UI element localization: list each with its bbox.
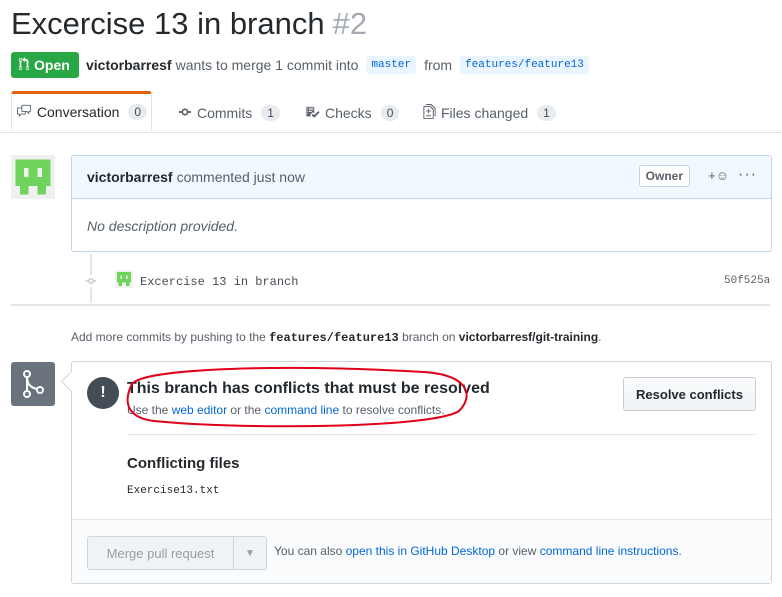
- merge-footer: Merge pull request ▼ You can also open t…: [72, 519, 771, 583]
- pr-meta: victorbarresf wants to merge 1 commit in…: [86, 56, 593, 74]
- tab-files-changed[interactable]: Files changed 1: [423, 94, 556, 132]
- tab-label: Files changed: [441, 105, 529, 121]
- merge-button-label: Merge pull request: [106, 545, 215, 561]
- comment-author-link[interactable]: victorbarresf: [87, 169, 173, 185]
- commit-message-link[interactable]: Excercise 13 in branch: [140, 275, 298, 289]
- pr-summary: wants to merge 1 commit into: [175, 57, 359, 73]
- commit-sha-link[interactable]: 50f525a: [724, 275, 770, 287]
- tab-count: 0: [380, 105, 400, 121]
- comment: victorbarresf commented just now Owner +…: [71, 155, 772, 252]
- add-reaction-icon[interactable]: +☺: [708, 168, 729, 183]
- tab-conversation[interactable]: Conversation 0: [11, 91, 152, 131]
- pr-number: #2: [332, 6, 368, 41]
- tab-label: Commits: [197, 105, 253, 121]
- merge-hint-prefix: You can also: [274, 544, 343, 558]
- identicon-icon: [115, 270, 133, 288]
- open-in-desktop-link[interactable]: open this in GitHub Desktop: [346, 544, 495, 558]
- comment-discussion-icon: [16, 104, 32, 121]
- merge-hint-or: or view: [498, 544, 537, 558]
- file-diff-icon: [423, 104, 436, 122]
- push-hint-suffix: .: [598, 330, 602, 344]
- tab-count: 1: [261, 105, 280, 121]
- merge-box: ! This branch has conflicts that must be…: [60, 361, 772, 584]
- git-pull-request-icon: [18, 56, 30, 74]
- avatar[interactable]: [11, 155, 55, 199]
- tab-label: Conversation: [36, 104, 120, 120]
- push-hint-prefix: Add more commits by pushing to the: [71, 330, 266, 344]
- merge-hint-suffix: .: [678, 544, 682, 558]
- push-hint-middle: branch on: [402, 330, 456, 344]
- tab-count: 1: [537, 105, 556, 121]
- section-divider: [127, 434, 755, 435]
- pr-title-text: Excercise 13 in branch: [11, 6, 325, 41]
- tab-count: 0: [128, 104, 148, 120]
- timeline-divider: [11, 304, 770, 306]
- git-merge-icon: [11, 362, 55, 406]
- comment-timestamp[interactable]: commented just now: [177, 169, 305, 185]
- conflicting-file: Exercise13.txt: [127, 485, 220, 497]
- push-hint: Add more commits by pushing to the featu…: [71, 330, 602, 345]
- tab-label: Checks: [325, 105, 372, 121]
- web-editor-link[interactable]: web editor: [172, 403, 227, 417]
- from-word: from: [424, 57, 453, 73]
- state-label: Open: [34, 57, 70, 73]
- merge-box-pointer: [60, 370, 83, 393]
- identicon-icon: [11, 155, 55, 199]
- pr-title: Excercise 13 in branch #2: [11, 6, 367, 42]
- command-line-link[interactable]: command line: [264, 403, 339, 417]
- owner-label: Owner: [638, 165, 690, 187]
- push-hint-branch: features/feature13: [269, 331, 399, 345]
- pr-author-link[interactable]: victorbarresf: [86, 57, 172, 73]
- conflict-desc-prefix: Use the: [127, 403, 169, 417]
- conflict-description: Use the web editor or the command line t…: [127, 403, 445, 417]
- push-hint-repo: victorbarresf/git-training: [458, 330, 599, 344]
- pr-tabs: Conversation 0 Commits 1 Checks 0 Files …: [0, 91, 782, 133]
- head-branch[interactable]: features/feature13: [460, 56, 589, 74]
- merge-hint: You can also open this in GitHub Desktop…: [274, 544, 682, 558]
- conflicting-files-heading: Conflicting files: [127, 455, 240, 472]
- git-commit-icon: [178, 105, 192, 122]
- conflict-desc-suffix: to resolve conflicts.: [342, 403, 445, 417]
- tab-checks[interactable]: Checks 0: [305, 94, 400, 132]
- checklist-icon: [305, 105, 320, 122]
- base-branch[interactable]: master: [366, 56, 417, 74]
- conflict-title: This branch has conflicts that must be r…: [127, 380, 490, 397]
- tab-commits[interactable]: Commits 1: [178, 94, 280, 132]
- comment-body: No description provided.: [87, 218, 238, 234]
- git-commit-icon: [84, 275, 97, 287]
- cli-instructions-link[interactable]: command line instructions: [540, 544, 679, 558]
- state-badge: Open: [11, 52, 79, 78]
- chevron-down-icon: ▼: [233, 537, 266, 569]
- alert-icon: !: [87, 377, 119, 409]
- conflict-desc-or: or the: [230, 403, 262, 417]
- kebab-menu-icon[interactable]: ···: [738, 166, 757, 184]
- resolve-conflicts-button[interactable]: Resolve conflicts: [623, 377, 756, 411]
- merge-pull-request-button: Merge pull request ▼: [87, 536, 267, 570]
- commit-avatar[interactable]: [115, 270, 133, 288]
